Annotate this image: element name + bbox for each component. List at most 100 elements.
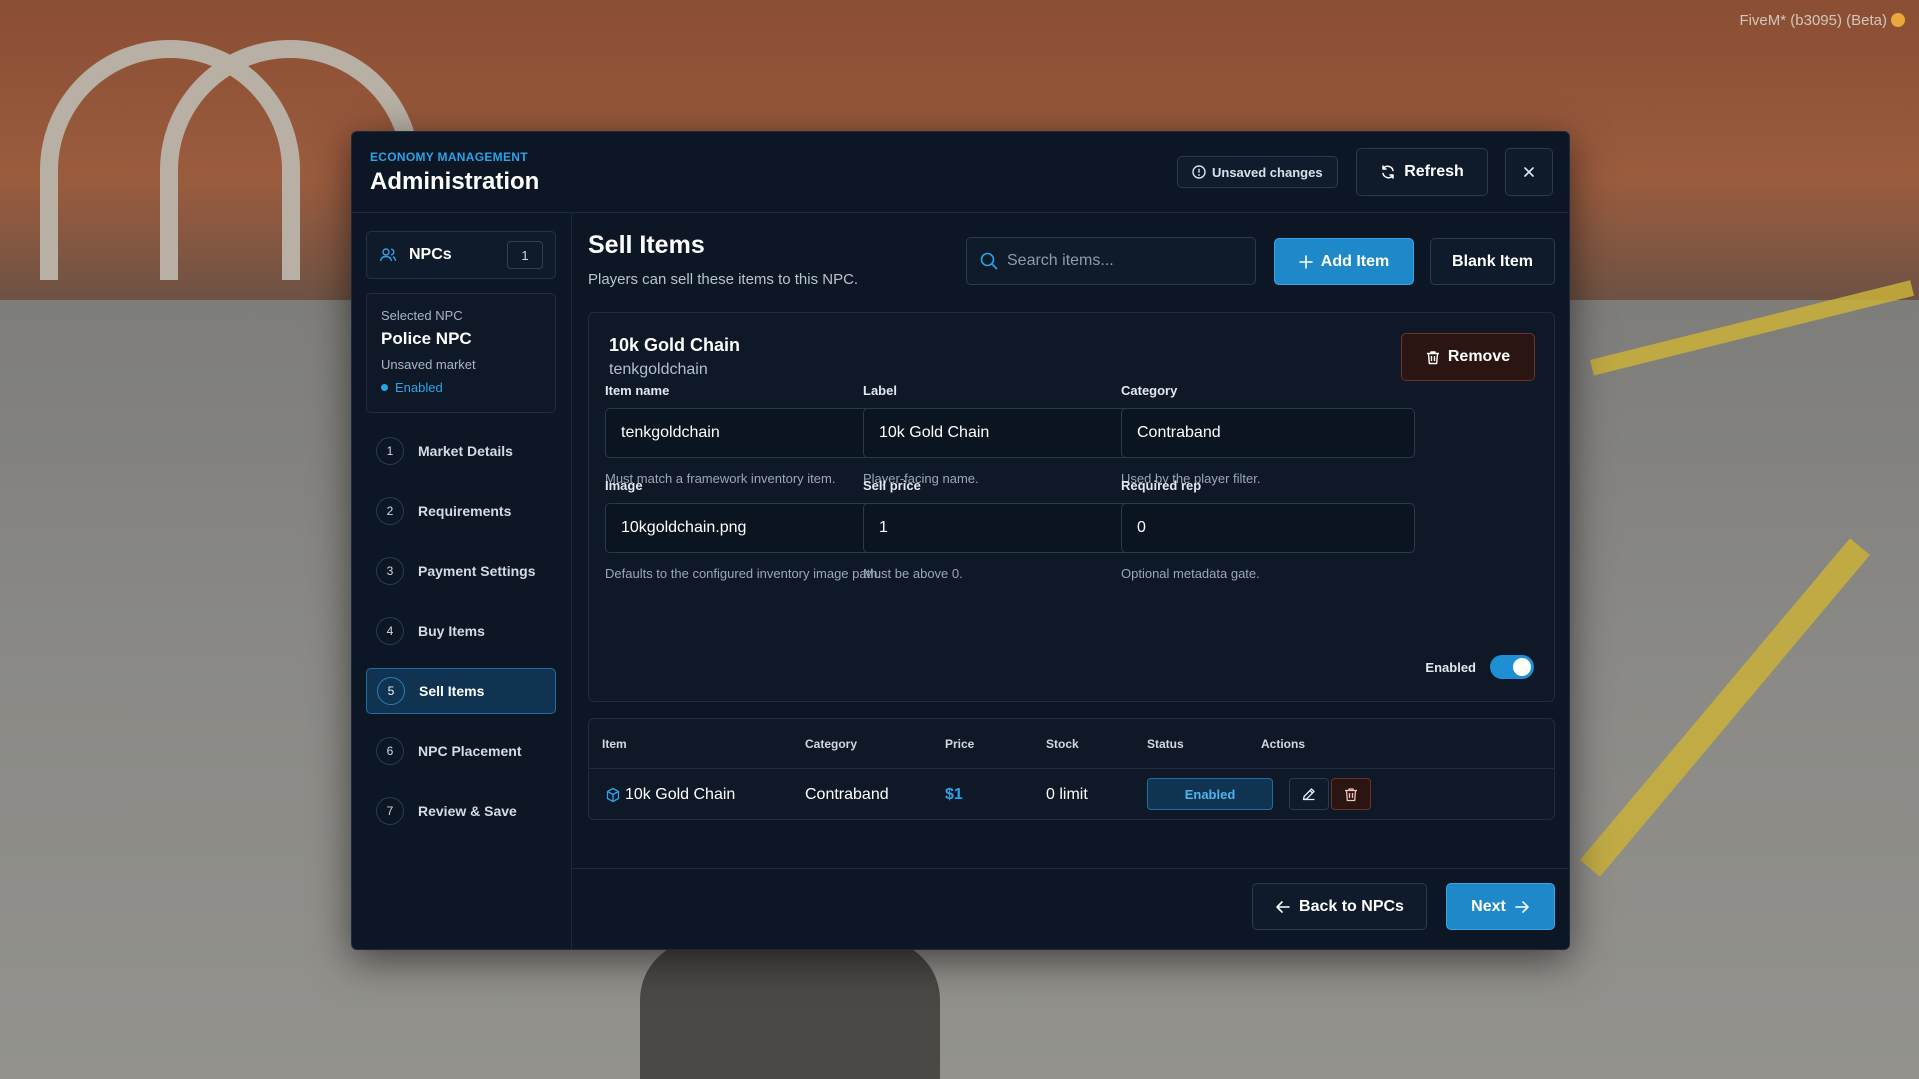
search-box[interactable] — [966, 237, 1256, 285]
selected-npc-caption: Selected NPC — [381, 308, 463, 323]
trash-icon — [1345, 787, 1357, 801]
category-field: Category Contraband Used by the player f… — [1121, 383, 1415, 488]
step-label: NPC Placement — [418, 743, 522, 759]
delete-row-button[interactable] — [1331, 778, 1371, 810]
step-number: 3 — [376, 557, 404, 585]
step-requirements[interactable]: 2 Requirements — [366, 488, 556, 534]
step-label: Buy Items — [418, 623, 485, 639]
required-rep-hint: Optional metadata gate. — [1121, 566, 1260, 581]
item-editor-card: 10k Gold Chain tenkgoldchain Remove Item… — [588, 312, 1555, 702]
item-name-input[interactable]: tenkgoldchain — [605, 408, 899, 458]
users-icon — [379, 246, 397, 264]
back-label: Back to NPCs — [1299, 897, 1404, 915]
cube-icon — [605, 787, 621, 803]
image-label: Image — [605, 478, 643, 493]
add-item-button[interactable]: Add Item — [1274, 238, 1414, 285]
sell-price-field: Sell price 1 Must be above 0. — [863, 478, 1157, 583]
info-circle-icon — [1192, 165, 1206, 179]
header-eyebrow: ECONOMY MANAGEMENT — [370, 150, 528, 164]
unsaved-changes-badge: Unsaved changes — [1177, 156, 1338, 188]
sell-items-table: Item Category Price Stock Status Actions… — [588, 718, 1555, 820]
step-market-details[interactable]: 1 Market Details — [366, 428, 556, 474]
wizard-steps: 1 Market Details 2 Requirements 3 Payment S… — [366, 428, 556, 848]
npcs-tab-label: NPCs — [409, 246, 452, 263]
refresh-icon — [1380, 164, 1396, 180]
sidebar: NPCs 1 Selected NPC Police NPC Unsaved m… — [352, 213, 572, 950]
main-content: Sell Items Players can sell these items … — [572, 213, 1570, 950]
footer-divider — [572, 868, 1570, 869]
step-payment-settings[interactable]: 3 Payment Settings — [366, 548, 556, 594]
trash-icon — [1426, 350, 1440, 365]
edit-row-button[interactable] — [1289, 778, 1329, 810]
step-label: Sell Items — [419, 683, 485, 699]
step-sell-items[interactable]: 5 Sell Items — [366, 668, 556, 714]
step-number: 1 — [376, 437, 404, 465]
editor-item-title: 10k Gold Chain — [609, 335, 741, 355]
next-button[interactable]: Next — [1446, 883, 1555, 930]
column-header-status: Status — [1147, 737, 1184, 751]
step-number: 6 — [376, 737, 404, 765]
image-field: Image 10kgoldchain.png Defaults to the c… — [605, 478, 899, 583]
selected-npc-status: Enabled — [381, 380, 541, 395]
section-title: Sell Items — [588, 231, 705, 259]
step-number: 7 — [376, 797, 404, 825]
step-label: Market Details — [418, 443, 513, 459]
label-input[interactable]: 10k Gold Chain — [863, 408, 1157, 458]
required-rep-field: Required rep 0 Optional metadata gate. — [1121, 478, 1415, 583]
sell-price-label: Sell price — [863, 478, 921, 493]
item-name-label: Item name — [605, 383, 670, 398]
search-input[interactable] — [1007, 252, 1243, 270]
step-label: Review & Save — [418, 803, 517, 819]
admin-panel: ECONOMY MANAGEMENT Administration Unsave… — [351, 131, 1570, 950]
section-subtitle: Players can sell these items to this NPC… — [588, 271, 859, 288]
category-input[interactable]: Contraband — [1121, 408, 1415, 458]
refresh-label: Refresh — [1404, 163, 1464, 180]
step-npc-placement[interactable]: 6 NPC Placement — [366, 728, 556, 774]
column-header-item: Item — [602, 737, 627, 751]
step-review-save[interactable]: 7 Review & Save — [366, 788, 556, 834]
back-to-npcs-button[interactable]: Back to NPCs — [1252, 883, 1427, 930]
cell-item: 10k Gold Chain — [625, 786, 736, 803]
sell-price-hint: Must be above 0. — [863, 566, 963, 581]
cell-stock: 0 limit — [1046, 786, 1088, 803]
refresh-button[interactable]: Refresh — [1356, 148, 1488, 196]
enabled-toggle[interactable] — [1490, 655, 1534, 679]
step-label: Requirements — [418, 503, 512, 519]
close-icon — [1522, 165, 1536, 179]
image-input[interactable]: 10kgoldchain.png — [605, 503, 899, 553]
toggle-knob — [1513, 658, 1531, 676]
column-header-stock: Stock — [1046, 737, 1079, 751]
search-icon — [979, 251, 999, 271]
arrow-left-icon — [1275, 900, 1291, 914]
remove-item-button[interactable]: Remove — [1401, 333, 1535, 381]
step-label: Payment Settings — [418, 563, 536, 579]
required-rep-input[interactable]: 0 — [1121, 503, 1415, 553]
client-version-label: FiveM* (b3095) (Beta) — [1739, 12, 1905, 29]
selected-npc-market: Unsaved market — [381, 357, 476, 372]
item-name-field: Item name tenkgoldchain Must match a fra… — [605, 383, 899, 488]
cell-category: Contraband — [805, 786, 889, 803]
label-field: Label 10k Gold Chain Player-facing name. — [863, 383, 1157, 488]
table-header: Item Category Price Stock Status Actions — [589, 719, 1554, 769]
close-button[interactable] — [1505, 148, 1553, 196]
npcs-tab[interactable]: NPCs 1 — [366, 231, 556, 279]
pencil-icon — [1302, 788, 1315, 801]
plus-icon — [1298, 254, 1313, 269]
status-badge[interactable]: Enabled — [1147, 778, 1273, 810]
editor-item-key: tenkgoldchain — [609, 361, 708, 378]
panel-header: ECONOMY MANAGEMENT Administration Unsave… — [352, 132, 1569, 213]
step-number: 4 — [376, 617, 404, 645]
arrow-right-icon — [1514, 900, 1530, 914]
required-rep-label: Required rep — [1121, 478, 1202, 493]
label-label: Label — [863, 383, 897, 398]
sell-price-input[interactable]: 1 — [863, 503, 1157, 553]
background-player-figure — [640, 940, 940, 1079]
blank-item-button[interactable]: Blank Item — [1430, 238, 1555, 285]
selected-npc-card: Selected NPC Police NPC Unsaved market E… — [366, 293, 556, 413]
status-dot-icon — [381, 384, 388, 391]
column-header-category: Category — [805, 737, 858, 751]
client-status-icon — [1891, 13, 1905, 27]
unsaved-changes-label: Unsaved changes — [1212, 164, 1323, 180]
enabled-row: Enabled — [1425, 655, 1534, 679]
step-buy-items[interactable]: 4 Buy Items — [366, 608, 556, 654]
